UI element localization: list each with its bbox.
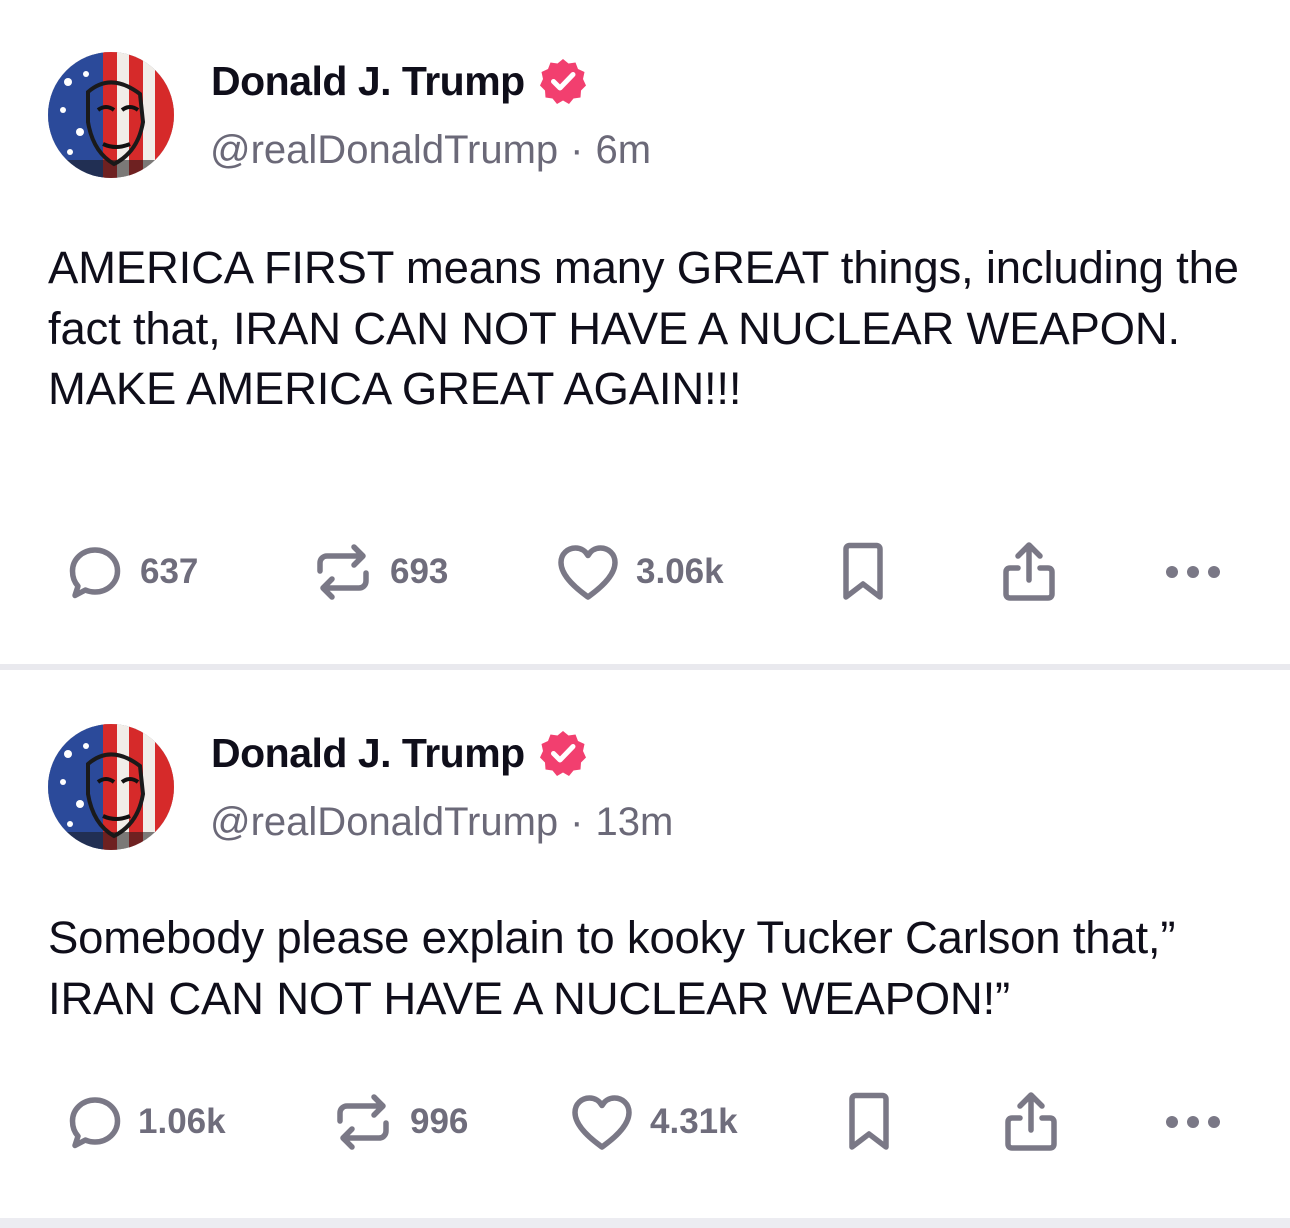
post-actions: 637 693 3.06k: [0, 542, 1290, 602]
author-row[interactable]: Donald J. Trump: [211, 56, 587, 106]
post[interactable]: Donald J. Trump @realDonaldTrump · 6m AM…: [0, 0, 1290, 664]
post-actions: 1.06k 996 4.31k: [0, 1092, 1290, 1152]
avatar-image: [48, 52, 174, 178]
avatar[interactable]: [48, 52, 174, 178]
repost-icon: [337, 1094, 389, 1150]
meta-separator: ·: [570, 128, 584, 172]
meta-separator: ·: [570, 800, 584, 844]
post-time[interactable]: 6m: [595, 128, 651, 173]
like-count: 3.06k: [636, 552, 724, 591]
reply-icon: [69, 1097, 121, 1149]
share-icon: [1005, 1092, 1057, 1151]
post[interactable]: Donald J. Trump @realDonaldTrump · 13m S…: [0, 670, 1290, 1218]
reply-button[interactable]: 637: [66, 542, 198, 602]
author-name[interactable]: Donald J. Trump: [211, 58, 525, 105]
avatar[interactable]: [48, 724, 174, 850]
reply-icon: [69, 547, 121, 599]
verified-badge-icon: [539, 57, 587, 105]
post-text: AMERICA FIRST means many GREAT things, i…: [48, 242, 1239, 414]
reply-count: 1.06k: [138, 1102, 226, 1141]
post-meta: @realDonaldTrump · 13m: [210, 800, 673, 845]
author-name[interactable]: Donald J. Trump: [211, 730, 525, 777]
share-icon: [1003, 542, 1055, 601]
heart-icon: [572, 1095, 632, 1150]
author-handle[interactable]: @realDonaldTrump: [210, 800, 558, 845]
reply-count: 637: [140, 552, 199, 591]
share-button[interactable]: [1000, 542, 1058, 602]
more-icon: [1166, 566, 1220, 578]
like-button[interactable]: 3.06k: [556, 542, 724, 602]
heart-icon: [558, 545, 618, 600]
like-count: 4.31k: [650, 1102, 738, 1141]
author-row[interactable]: Donald J. Trump: [211, 728, 587, 778]
repost-count: 996: [410, 1102, 469, 1141]
post-text: Somebody please explain to kooky Tucker …: [48, 912, 1176, 1024]
repost-count: 693: [390, 552, 449, 591]
more-button[interactable]: [1162, 1092, 1224, 1152]
bookmark-button[interactable]: [844, 1092, 894, 1152]
repost-button[interactable]: 693: [312, 542, 448, 602]
reply-button[interactable]: 1.06k: [66, 1092, 226, 1152]
avatar-image: [48, 724, 174, 850]
post-divider: [0, 1218, 1290, 1228]
more-button[interactable]: [1162, 542, 1224, 602]
post-time[interactable]: 13m: [595, 800, 673, 845]
author-handle[interactable]: @realDonaldTrump: [210, 128, 558, 173]
verified-badge-icon: [539, 729, 587, 777]
like-button[interactable]: 4.31k: [570, 1092, 738, 1152]
more-icon: [1166, 1116, 1220, 1128]
bookmark-button[interactable]: [838, 542, 888, 602]
post-meta: @realDonaldTrump · 6m: [210, 128, 651, 173]
bookmark-icon: [843, 542, 883, 600]
share-button[interactable]: [1002, 1092, 1060, 1152]
repost-button[interactable]: 996: [332, 1092, 468, 1152]
repost-icon: [317, 544, 369, 600]
bookmark-icon: [849, 1092, 889, 1150]
